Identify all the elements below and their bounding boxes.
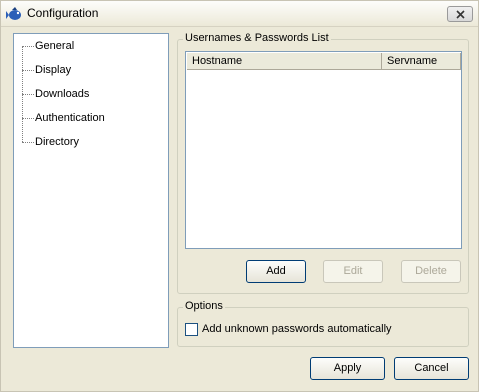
title-bar[interactable]: Configuration (1, 1, 478, 27)
auto-add-passwords-checkbox[interactable] (185, 323, 198, 336)
close-icon (456, 10, 465, 19)
settings-tree[interactable]: General Display Downloads Authentication… (13, 33, 169, 348)
app-fish-icon (6, 6, 22, 22)
tree-item-label: Display (35, 64, 72, 76)
edit-button[interactable]: Edit (323, 260, 383, 283)
auto-add-passwords-label[interactable]: Add unknown passwords automatically (202, 323, 392, 335)
close-button[interactable] (447, 6, 473, 22)
tree-item-label: Authentication (35, 112, 105, 124)
column-header-servname[interactable]: Servname (382, 53, 461, 70)
credentials-group-title: Usernames & Passwords List (183, 32, 331, 44)
credentials-list[interactable]: Hostname Servname (185, 51, 462, 249)
column-header-hostname[interactable]: Hostname (187, 53, 382, 70)
tree-item-label: Downloads (35, 88, 90, 100)
cancel-button[interactable]: Cancel (394, 357, 469, 380)
configuration-window: Configuration General Display Downloads … (0, 0, 479, 392)
apply-button[interactable]: Apply (310, 357, 385, 380)
tree-item-label: General (35, 40, 75, 52)
tree-item-label: Directory (35, 136, 80, 148)
window-title: Configuration (27, 6, 99, 20)
add-button[interactable]: Add (246, 260, 306, 283)
delete-button[interactable]: Delete (401, 260, 461, 283)
options-group-title: Options (183, 300, 225, 312)
